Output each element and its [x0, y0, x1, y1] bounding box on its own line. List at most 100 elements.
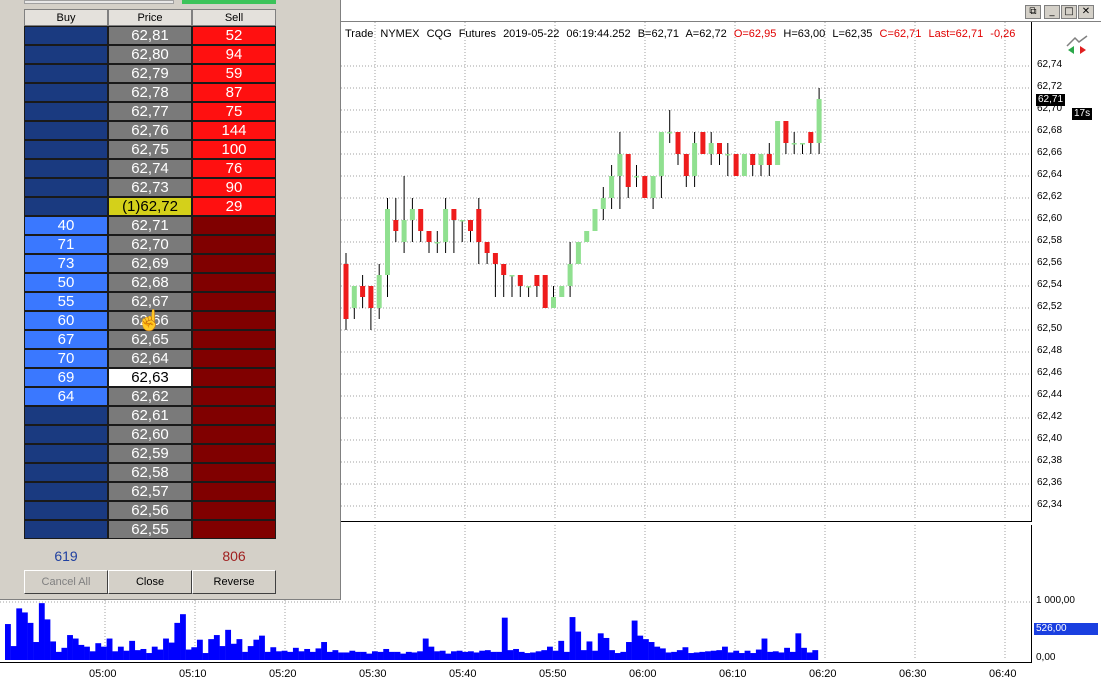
dom-sell-cell[interactable]: 52 — [192, 26, 276, 45]
dom-row[interactable]: 62,61 — [24, 406, 276, 425]
dom-price-cell[interactable]: 62,71 — [108, 216, 192, 235]
dom-sell-cell[interactable] — [192, 387, 276, 406]
dom-buy-cell[interactable]: 67 — [24, 330, 108, 349]
dom-top-field[interactable] — [24, 0, 174, 4]
dom-price-cell[interactable]: 62,63 — [108, 368, 192, 387]
dom-header-sell[interactable]: Sell — [192, 9, 276, 26]
dom-sell-cell[interactable] — [192, 520, 276, 539]
dom-row[interactable]: 62,60 — [24, 425, 276, 444]
dom-buy-cell[interactable]: 70 — [24, 349, 108, 368]
dom-price-cell[interactable]: 62,59 — [108, 444, 192, 463]
dom-row[interactable]: 64 62,62 — [24, 387, 276, 406]
dom-buy-cell[interactable]: 55 — [24, 292, 108, 311]
dom-row[interactable]: 71 62,70 — [24, 235, 276, 254]
dom-buy-cell[interactable] — [24, 178, 108, 197]
dom-header-price[interactable]: Price — [108, 9, 192, 26]
dom-row[interactable]: 62,58 — [24, 463, 276, 482]
dom-row[interactable]: 62,80 94 — [24, 45, 276, 64]
dom-sell-cell[interactable] — [192, 406, 276, 425]
dom-buy-cell[interactable] — [24, 406, 108, 425]
dom-buy-cell[interactable]: 40 — [24, 216, 108, 235]
close-position-button[interactable]: Close — [108, 570, 192, 594]
dom-row[interactable]: 62,56 — [24, 501, 276, 520]
dom-row[interactable]: 62,81 52 — [24, 26, 276, 45]
window-close-button[interactable]: ✕ — [1078, 5, 1094, 19]
dom-price-cell[interactable]: 62,56 — [108, 501, 192, 520]
dom-row[interactable]: 62,55 — [24, 520, 276, 539]
dom-sell-cell[interactable] — [192, 235, 276, 254]
dom-buy-cell[interactable] — [24, 64, 108, 83]
dom-buy-cell[interactable] — [24, 26, 108, 45]
dom-price-cell[interactable]: 62,64 — [108, 349, 192, 368]
dom-row[interactable]: 62,59 — [24, 444, 276, 463]
dom-row[interactable]: 62,74 76 — [24, 159, 276, 178]
dom-sell-cell[interactable]: 29 — [192, 197, 276, 216]
dom-sell-cell[interactable]: 90 — [192, 178, 276, 197]
dom-price-cell[interactable]: 62,60 — [108, 425, 192, 444]
dom-row[interactable]: 69 62,63 — [24, 368, 276, 387]
dom-buy-cell[interactable]: 71 — [24, 235, 108, 254]
dom-row[interactable]: (1)62,72 29 — [24, 197, 276, 216]
dom-buy-cell[interactable] — [24, 159, 108, 178]
dom-price-cell[interactable]: 62,55 — [108, 520, 192, 539]
window-minimize-button[interactable]: _ — [1044, 5, 1060, 19]
dom-price-cell[interactable]: 62,58 — [108, 463, 192, 482]
dom-sell-cell[interactable] — [192, 444, 276, 463]
dom-buy-cell[interactable] — [24, 140, 108, 159]
dom-row[interactable]: 62,79 59 — [24, 64, 276, 83]
dom-row[interactable]: 62,77 75 — [24, 102, 276, 121]
dom-row[interactable]: 62,78 87 — [24, 83, 276, 102]
dom-sell-cell[interactable] — [192, 349, 276, 368]
dom-buy-cell[interactable] — [24, 444, 108, 463]
dom-sell-cell[interactable] — [192, 425, 276, 444]
dom-buy-cell[interactable] — [24, 463, 108, 482]
dom-buy-cell[interactable]: 64 — [24, 387, 108, 406]
dom-price-cell[interactable]: 62,61 — [108, 406, 192, 425]
dom-price-cell[interactable]: 62,70 — [108, 235, 192, 254]
dom-row[interactable]: 40 62,71 — [24, 216, 276, 235]
dom-buy-cell[interactable]: 73 — [24, 254, 108, 273]
dom-sell-cell[interactable]: 87 — [192, 83, 276, 102]
dom-price-cell[interactable]: 62,68 — [108, 273, 192, 292]
dom-sell-cell[interactable] — [192, 311, 276, 330]
dom-sell-cell[interactable] — [192, 501, 276, 520]
dom-buy-cell[interactable]: 50 — [24, 273, 108, 292]
dom-sell-cell[interactable] — [192, 330, 276, 349]
dom-buy-cell[interactable] — [24, 121, 108, 140]
dom-price-cell[interactable]: 62,79 — [108, 64, 192, 83]
dom-price-cell[interactable]: 62,57 — [108, 482, 192, 501]
dom-sell-cell[interactable]: 76 — [192, 159, 276, 178]
dom-buy-cell[interactable] — [24, 520, 108, 539]
dom-buy-cell[interactable]: 69 — [24, 368, 108, 387]
dom-sell-cell[interactable] — [192, 463, 276, 482]
dom-sell-cell[interactable] — [192, 482, 276, 501]
dom-row[interactable]: 62,75 100 — [24, 140, 276, 159]
dom-price-cell[interactable]: 62,80 — [108, 45, 192, 64]
dom-sell-cell[interactable] — [192, 368, 276, 387]
dom-buy-cell[interactable] — [24, 501, 108, 520]
dom-sell-cell[interactable]: 100 — [192, 140, 276, 159]
dom-price-cell[interactable]: 62,74 — [108, 159, 192, 178]
dom-sell-cell[interactable] — [192, 292, 276, 311]
dom-sell-cell[interactable]: 94 — [192, 45, 276, 64]
chart-trade-arrows-icon[interactable] — [1065, 34, 1089, 56]
dom-price-cell[interactable]: 62,77 — [108, 102, 192, 121]
dom-row[interactable]: 70 62,64 — [24, 349, 276, 368]
dom-row[interactable]: 62,57 — [24, 482, 276, 501]
dom-row[interactable]: 62,73 90 — [24, 178, 276, 197]
dom-price-cell[interactable]: (1)62,72 — [108, 197, 192, 216]
dom-row[interactable]: 62,76 144 — [24, 121, 276, 140]
dom-price-cell[interactable]: 62,76 — [108, 121, 192, 140]
dom-row[interactable]: 73 62,69 — [24, 254, 276, 273]
cancel-all-button[interactable]: Cancel All — [24, 570, 108, 594]
dom-sell-cell[interactable]: 59 — [192, 64, 276, 83]
reverse-position-button[interactable]: Reverse — [192, 570, 276, 594]
dom-sell-cell[interactable]: 144 — [192, 121, 276, 140]
dom-buy-cell[interactable]: 60 — [24, 311, 108, 330]
dom-price-cell[interactable]: 62,75 — [108, 140, 192, 159]
dom-buy-cell[interactable] — [24, 197, 108, 216]
dom-price-cell[interactable]: 62,73 — [108, 178, 192, 197]
window-restore-button[interactable]: ⧉ — [1025, 5, 1041, 19]
dom-header-buy[interactable]: Buy — [24, 9, 108, 26]
dom-sell-cell[interactable] — [192, 254, 276, 273]
